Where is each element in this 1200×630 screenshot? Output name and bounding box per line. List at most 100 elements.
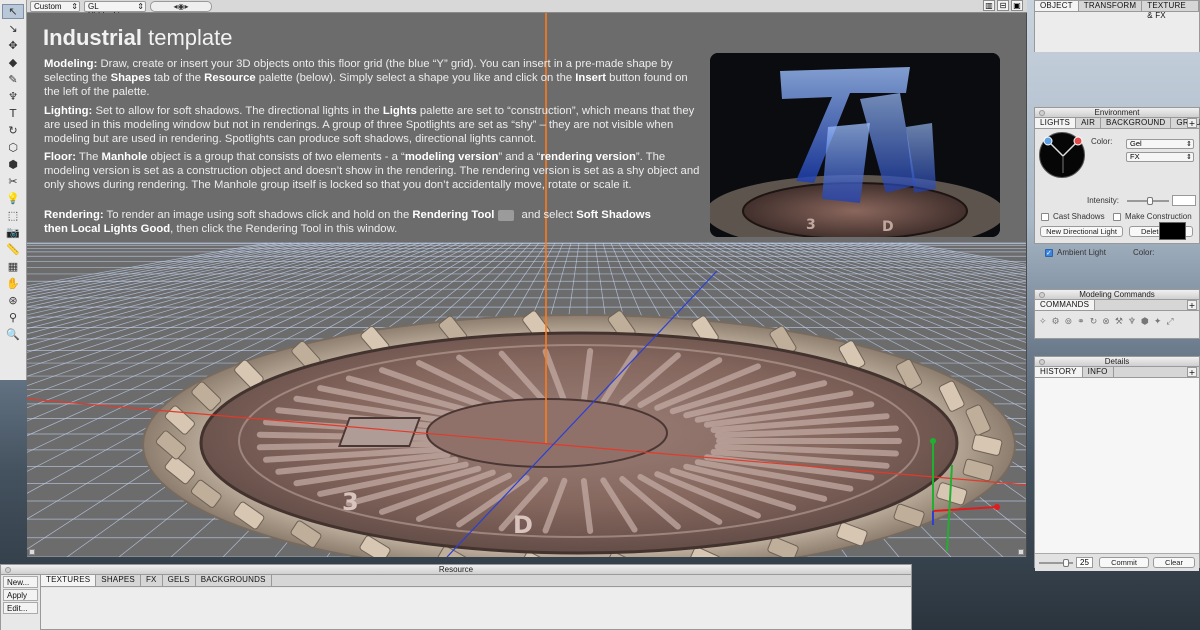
thumb-letter-d: D xyxy=(882,219,894,235)
palette-menu-icon[interactable]: + xyxy=(1187,300,1197,310)
command-8-icon[interactable]: ⬢ xyxy=(1141,317,1149,327)
tab-textures[interactable]: TEXTURES xyxy=(41,575,97,586)
make-construction-label: Make Construction xyxy=(1125,212,1192,221)
viewport-resize-handle-right[interactable] xyxy=(1018,549,1024,555)
select-tool[interactable]: ↖ xyxy=(2,4,24,19)
render-area-tool[interactable]: ⬚ xyxy=(2,208,24,223)
grid-tool[interactable]: ▦ xyxy=(2,259,24,274)
view-mode-dropdown[interactable]: Custom xyxy=(30,0,80,12)
manhole-object[interactable]: 3 D xyxy=(142,310,1016,557)
fx-dropdown[interactable]: FX xyxy=(1126,152,1194,162)
history-slider-knob[interactable] xyxy=(1063,559,1069,567)
tab-lights[interactable]: LIGHTS xyxy=(1035,118,1077,128)
tab-gels[interactable]: GELS xyxy=(163,575,196,586)
tab-texture-fx[interactable]: TEXTURE & FX xyxy=(1142,1,1199,20)
intensity-slider[interactable] xyxy=(1127,197,1169,205)
palette-menu-icon[interactable]: + xyxy=(1187,367,1197,377)
command-4-icon[interactable]: ↻ xyxy=(1090,317,1098,327)
close-icon[interactable] xyxy=(1039,292,1045,298)
rotate-tool[interactable]: ↻ xyxy=(2,123,24,138)
ambient-light-label: Ambient Light xyxy=(1057,248,1106,257)
tab-backgrounds[interactable]: BACKGROUNDS xyxy=(196,575,272,586)
tab-commands[interactable]: COMMANDS xyxy=(1035,300,1096,310)
modeling-viewport[interactable]: 3 D Industrial template Modeling: Draw, … xyxy=(27,13,1027,557)
pen-tool[interactable]: ♆ xyxy=(2,89,24,104)
view-single-icon[interactable]: ▣ xyxy=(1011,0,1023,11)
modeling-commands-title-bar[interactable]: Modeling Commands xyxy=(1035,290,1199,300)
light-direction-sphere[interactable] xyxy=(1039,132,1085,178)
close-icon[interactable] xyxy=(1039,110,1045,116)
commit-button[interactable]: Commit xyxy=(1099,557,1149,568)
light-tool[interactable]: 💡 xyxy=(2,191,24,206)
command-1-icon[interactable]: ⚙ xyxy=(1052,317,1060,327)
move-tool[interactable]: ✥ xyxy=(2,38,24,53)
ambient-color-swatch[interactable] xyxy=(1159,222,1186,240)
hand-tool[interactable]: ✋ xyxy=(2,276,24,291)
close-icon[interactable] xyxy=(1039,359,1045,365)
history-count-field[interactable]: 25 xyxy=(1076,557,1093,568)
zoom-tool[interactable]: 🔍 xyxy=(2,327,24,342)
tab-air[interactable]: AIR xyxy=(1076,118,1102,128)
details-palette: Details HISTORY INFO + 25 Commit Clear xyxy=(1034,356,1200,571)
tab-background[interactable]: BACKGROUND xyxy=(1101,118,1172,128)
make-construction-checkbox[interactable] xyxy=(1113,213,1121,221)
cube-tool[interactable]: ⬢ xyxy=(2,157,24,172)
camera-tool[interactable]: 📷 xyxy=(2,225,24,240)
edit-resource-button[interactable]: Edit... xyxy=(3,602,38,614)
light-color-box[interactable] xyxy=(1172,195,1196,206)
knife-tool[interactable]: ✂ xyxy=(2,174,24,189)
command-9-icon[interactable]: ✦ xyxy=(1154,317,1162,327)
new-resource-button[interactable]: New... xyxy=(3,576,38,588)
tab-history[interactable]: HISTORY xyxy=(1035,367,1083,377)
tab-shapes[interactable]: SHAPES xyxy=(96,575,141,586)
intensity-slider-knob[interactable] xyxy=(1146,197,1153,205)
text-tool[interactable]: T xyxy=(2,106,24,121)
tool-palette: ↖ ↘ ✥ ◆ ✎ ♆ T ↻ ⬡ ⬢ ✂ 💡 ⬚ 📷 📏 ▦ ✋ ⊛ ⚲ 🔍 xyxy=(0,0,27,380)
resource-actions: New... Apply Edit... xyxy=(1,575,41,630)
command-5-icon[interactable]: ⊗ xyxy=(1102,317,1110,327)
floor-paragraph: Floor: The Manhole object is a group tha… xyxy=(44,151,700,191)
palette-menu-icon[interactable]: + xyxy=(1187,118,1197,128)
dolly-tool[interactable]: ⊛ xyxy=(2,293,24,308)
subselect-tool[interactable]: ↘ xyxy=(2,21,24,36)
scale-tool[interactable]: ⬡ xyxy=(2,140,24,155)
render-mode-dropdown[interactable]: GL HiddenLine xyxy=(84,0,146,20)
details-title-bar[interactable]: Details xyxy=(1035,357,1199,367)
command-7-icon[interactable]: ♆ xyxy=(1128,317,1136,327)
environment-title-bar[interactable]: Environment xyxy=(1035,108,1199,118)
camera-navigation-control[interactable]: ◂◉▸ xyxy=(150,0,212,12)
paint-tool[interactable]: ✎ xyxy=(2,72,24,87)
view-split-icon[interactable]: ▥ xyxy=(983,0,995,11)
resource-title-bar[interactable]: Resource xyxy=(1,565,911,575)
clear-button[interactable]: Clear xyxy=(1153,557,1195,568)
close-icon[interactable] xyxy=(5,567,11,573)
thumb-letter-3: 3 xyxy=(806,217,816,233)
environment-tabs: LIGHTS AIR BACKGROUND GROUND + xyxy=(1035,118,1200,129)
walk-tool[interactable]: ⚲ xyxy=(2,310,24,325)
apply-resource-button[interactable]: Apply xyxy=(3,589,38,601)
tab-info[interactable]: INFO xyxy=(1083,367,1114,377)
command-icons: ✧ ⚙ ⊚ ⚭ ↻ ⊗ ⚒ ♆ ⬢ ✦ ⤢ xyxy=(1035,311,1199,327)
viewport-resize-handle-left[interactable] xyxy=(29,549,35,555)
resource-content[interactable] xyxy=(41,588,911,629)
tab-transform[interactable]: TRANSFORM xyxy=(1079,1,1143,11)
history-list[interactable] xyxy=(1035,378,1199,553)
ambient-light-checkbox[interactable] xyxy=(1045,249,1053,257)
cast-shadows-checkbox[interactable] xyxy=(1041,213,1049,221)
tab-fx[interactable]: FX xyxy=(141,575,163,586)
measure-tool[interactable]: 📏 xyxy=(2,242,24,257)
gel-dropdown[interactable]: Gel xyxy=(1126,139,1194,149)
rendering-tool-icon xyxy=(498,209,515,221)
ambient-color-label: Color: xyxy=(1133,248,1155,257)
view-stack-icon[interactable]: ⊟ xyxy=(997,0,1009,11)
command-0-icon[interactable]: ✧ xyxy=(1039,317,1047,327)
command-10-icon[interactable]: ⤢ xyxy=(1166,317,1173,327)
color-label: Color: xyxy=(1091,137,1113,146)
new-directional-light-button[interactable]: New Directional Light xyxy=(1040,226,1123,237)
history-slider[interactable] xyxy=(1039,559,1073,567)
command-2-icon[interactable]: ⊚ xyxy=(1065,317,1073,327)
command-3-icon[interactable]: ⚭ xyxy=(1077,317,1085,327)
shape-tool[interactable]: ◆ xyxy=(2,55,24,70)
tab-object[interactable]: OBJECT xyxy=(1035,1,1079,11)
command-6-icon[interactable]: ⚒ xyxy=(1115,317,1123,327)
